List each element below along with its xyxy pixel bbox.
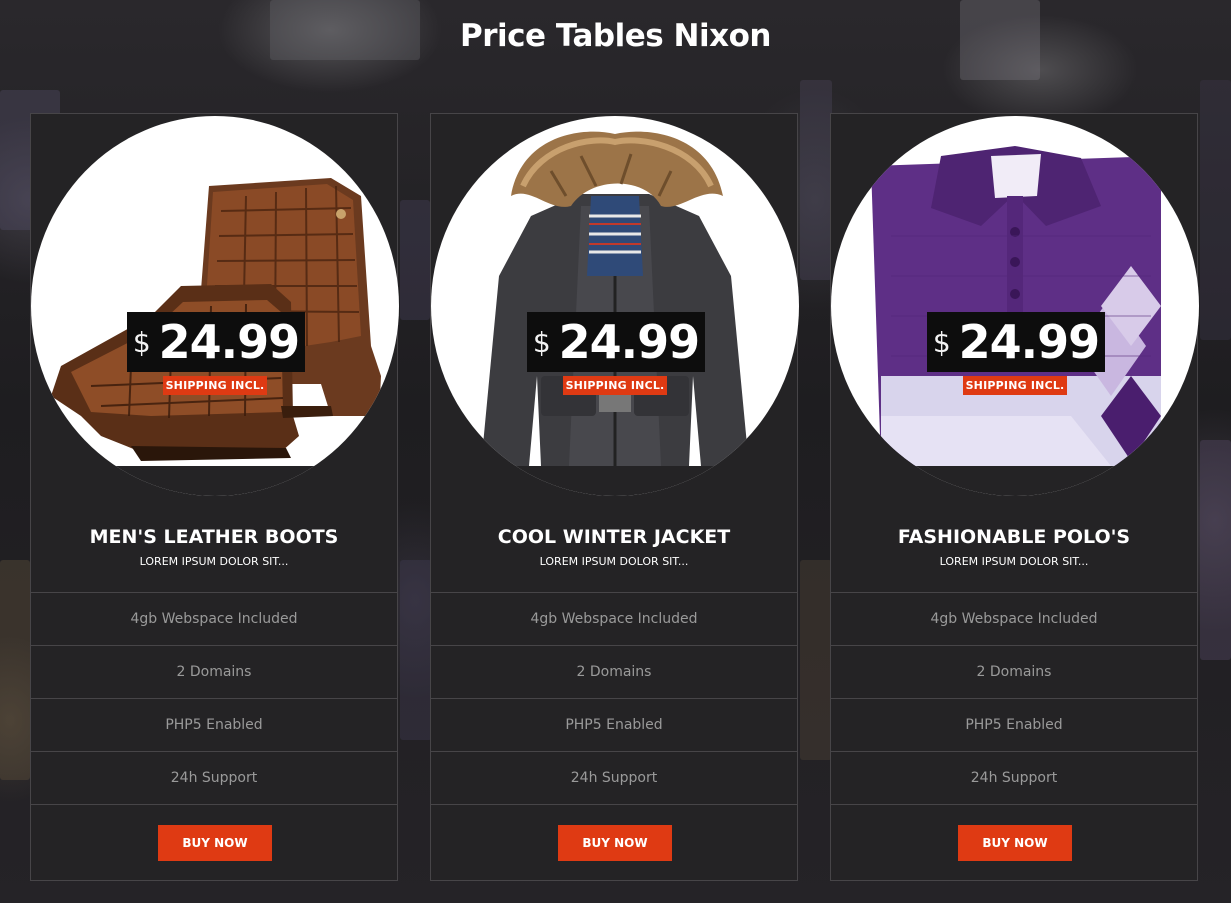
price-card-polo: $ 24.99 SHIPPING INCL. FASHIONABLE POLO'… <box>830 113 1199 881</box>
product-subtitle: LOREM IPSUM DOLOR SIT... <box>939 555 1089 568</box>
buy-now-button[interactable]: BUY NOW <box>558 825 672 861</box>
feature-list: 4gb Webspace Included 2 Domains PHP5 Ena… <box>831 592 1197 805</box>
shipping-badge: SHIPPING INCL. <box>563 376 667 395</box>
feature-item: PHP5 Enabled <box>31 698 397 751</box>
price-tag: $ 24.99 <box>927 312 1105 372</box>
price-tag: $ 24.99 <box>127 312 305 372</box>
price-amount: 24.99 <box>558 315 701 369</box>
page-title: Price Tables Nixon <box>460 18 771 54</box>
buy-now-button[interactable]: BUY NOW <box>158 825 272 861</box>
background-shape <box>800 560 832 760</box>
background-shape <box>400 560 432 740</box>
product-image-frame <box>431 116 799 496</box>
background-shape <box>1200 80 1231 340</box>
buy-now-button[interactable]: BUY NOW <box>958 825 1072 861</box>
feature-item: 2 Domains <box>831 645 1197 698</box>
feature-list: 4gb Webspace Included 2 Domains PHP5 Ena… <box>431 592 797 805</box>
product-name: FASHIONABLE POLO'S <box>897 526 1131 548</box>
product-name: COOL WINTER JACKET <box>497 526 731 548</box>
price-card-winter-jacket: $ 24.99 SHIPPING INCL. COOL WINTER JACKE… <box>430 113 799 881</box>
background-shape <box>800 80 832 280</box>
product-image-frame <box>31 116 399 496</box>
product-subtitle: LOREM IPSUM DOLOR SIT... <box>139 555 289 568</box>
feature-item: 4gb Webspace Included <box>31 592 397 645</box>
background-shape <box>0 560 30 780</box>
feature-item: 2 Domains <box>31 645 397 698</box>
polo-image <box>831 146 1199 496</box>
currency-symbol: $ <box>932 325 951 359</box>
feature-item: 24h Support <box>31 751 397 805</box>
price-amount: 24.99 <box>158 315 301 369</box>
shipping-badge: SHIPPING INCL. <box>963 376 1067 395</box>
feature-item: PHP5 Enabled <box>431 698 797 751</box>
background-shape <box>400 200 430 320</box>
jacket-image <box>431 131 799 496</box>
price-tag: $ 24.99 <box>527 312 705 372</box>
feature-item: 4gb Webspace Included <box>831 592 1197 645</box>
currency-symbol: $ <box>132 325 151 359</box>
feature-list: 4gb Webspace Included 2 Domains PHP5 Ena… <box>31 592 397 805</box>
feature-item: PHP5 Enabled <box>831 698 1197 751</box>
feature-item: 2 Domains <box>431 645 797 698</box>
background-shape <box>1200 440 1231 660</box>
product-name: MEN'S LEATHER BOOTS <box>89 526 339 548</box>
price-card-leather-boots: $ 24.99 SHIPPING INCL. MEN'S LEATHER BOO… <box>30 113 399 881</box>
shipping-badge: SHIPPING INCL. <box>163 376 267 395</box>
boots-image <box>31 178 399 496</box>
product-subtitle: LOREM IPSUM DOLOR SIT... <box>539 555 689 568</box>
feature-item: 4gb Webspace Included <box>431 592 797 645</box>
product-image-frame <box>831 116 1199 496</box>
feature-item: 24h Support <box>831 751 1197 805</box>
currency-symbol: $ <box>532 325 551 359</box>
price-amount: 24.99 <box>958 315 1101 369</box>
feature-item: 24h Support <box>431 751 797 805</box>
